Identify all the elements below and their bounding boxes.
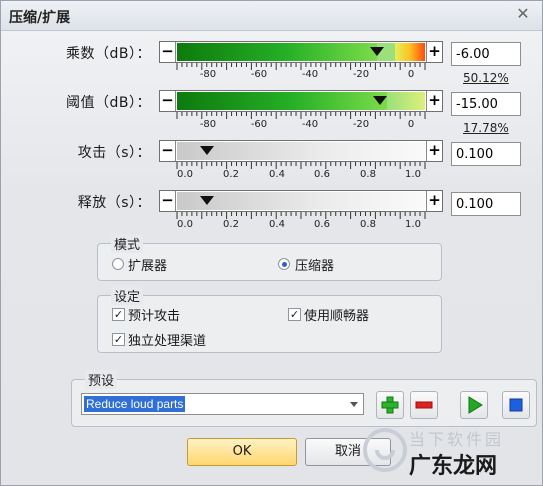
gain-tick-label: -60 <box>250 69 268 80</box>
threshold-tick-label: 0 <box>407 119 415 130</box>
minus-icon <box>415 401 433 409</box>
watermark-logo-icon <box>363 428 407 472</box>
attack-tick-label: 0.0 <box>177 169 193 180</box>
preset-selected-value: Reduce loud parts <box>84 396 186 412</box>
attack-tick-label: 0.6 <box>314 169 330 180</box>
threshold-value-input[interactable] <box>451 92 521 116</box>
attack-label: 攻击（s）： <box>77 145 151 161</box>
threshold-increase-button[interactable]: + <box>426 91 442 111</box>
play-icon <box>468 396 483 414</box>
release-tick-label: 0.0 <box>177 219 193 230</box>
stop-button[interactable] <box>502 391 530 419</box>
watermark-text: 当下软件园 <box>409 430 505 449</box>
preset-group-title: 预设 <box>85 370 118 389</box>
attack-increase-button[interactable]: + <box>426 141 442 161</box>
threshold-decrease-button[interactable]: − <box>160 91 176 111</box>
threshold-meter-fill <box>177 92 387 110</box>
gain-value-input[interactable] <box>451 42 521 66</box>
independent-channels-checkbox[interactable]: ✓ <box>112 333 125 346</box>
attack-slider-fill <box>177 142 425 160</box>
release-slider[interactable]: − + <box>159 190 443 212</box>
independent-channels-label[interactable]: 独立处理渠道 <box>128 330 206 349</box>
smoother-label[interactable]: 使用顺畅器 <box>304 305 369 324</box>
gain-tick-label: -20 <box>352 69 370 80</box>
preset-select[interactable]: Reduce loud parts <box>81 393 364 415</box>
release-tick-label: 0.8 <box>360 219 376 230</box>
compressor-label[interactable]: 压缩器 <box>295 255 334 274</box>
plus-icon <box>381 396 399 414</box>
gain-decrease-button[interactable]: − <box>160 42 176 62</box>
watermark-brand: 广东龙网 <box>409 454 498 479</box>
gain-label: 乘数（dB）： <box>66 46 151 62</box>
release-label: 释放（s）： <box>77 195 151 211</box>
compressor-dialog: 压缩/扩展 ✕ 乘数（dB）： − + -80 -60 -40 -20 0 50… <box>0 0 543 486</box>
expander-label[interactable]: 扩展器 <box>128 255 167 274</box>
gain-slider[interactable]: − + <box>159 41 443 63</box>
settings-group-title: 设定 <box>111 286 144 305</box>
gain-meter-fill-hot <box>395 43 425 61</box>
title-bar: 压缩/扩展 ✕ <box>1 1 542 31</box>
threshold-slider-thumb[interactable] <box>373 96 387 105</box>
attack-value-input[interactable] <box>451 142 521 166</box>
release-tick-label: 0.6 <box>314 219 330 230</box>
play-button[interactable] <box>460 391 488 419</box>
close-icon[interactable]: ✕ <box>514 5 532 23</box>
release-slider-thumb[interactable] <box>200 196 214 205</box>
release-decrease-button[interactable]: − <box>160 191 176 211</box>
compressor-radio[interactable] <box>278 258 290 270</box>
chevron-down-icon[interactable] <box>350 402 358 407</box>
expander-radio[interactable] <box>112 258 124 270</box>
lookahead-checkbox[interactable]: ✓ <box>112 308 125 321</box>
lookahead-label[interactable]: 预计攻击 <box>128 305 180 324</box>
threshold-percent[interactable]: 17.78% <box>463 121 509 135</box>
attack-slider-thumb[interactable] <box>200 146 214 155</box>
release-tick-label: 0.2 <box>223 219 239 230</box>
attack-tick-label: 0.2 <box>223 169 239 180</box>
mode-group-title: 模式 <box>111 234 144 253</box>
attack-decrease-button[interactable]: − <box>160 141 176 161</box>
attack-scale-ticks <box>176 162 426 169</box>
gain-tick-label: -40 <box>301 69 319 80</box>
gain-tick-label: -80 <box>199 69 217 80</box>
remove-preset-button[interactable] <box>410 391 438 419</box>
attack-tick-label: 0.8 <box>360 169 376 180</box>
gain-tick-label: 0 <box>407 69 415 80</box>
threshold-tick-label: -80 <box>199 119 217 130</box>
release-slider-fill <box>177 192 425 210</box>
release-increase-button[interactable]: + <box>426 191 442 211</box>
gain-increase-button[interactable]: + <box>426 42 442 62</box>
smoother-checkbox[interactable]: ✓ <box>288 308 301 321</box>
release-value-input[interactable] <box>451 192 521 216</box>
release-tick-label: 0.4 <box>269 219 285 230</box>
threshold-tick-label: -20 <box>352 119 370 130</box>
threshold-slider[interactable]: − + <box>159 90 443 112</box>
threshold-label: 阈值（dB）： <box>66 95 151 111</box>
release-tick-label: 1.0 <box>405 219 421 230</box>
watermark: 当下软件园 广东龙网 <box>363 426 543 484</box>
stop-icon <box>509 398 523 412</box>
gain-slider-thumb[interactable] <box>370 47 384 56</box>
add-preset-button[interactable] <box>376 391 404 419</box>
window-title: 压缩/扩展 <box>9 10 71 26</box>
release-scale-ticks <box>176 212 426 219</box>
attack-slider[interactable]: − + <box>159 140 443 162</box>
threshold-meter-fill-light <box>387 92 425 110</box>
threshold-tick-label: -40 <box>301 119 319 130</box>
gain-meter-fill <box>177 43 377 61</box>
attack-tick-label: 0.4 <box>269 169 285 180</box>
gain-percent[interactable]: 50.12% <box>463 71 509 85</box>
threshold-tick-label: -60 <box>250 119 268 130</box>
attack-tick-label: 1.0 <box>405 169 421 180</box>
ok-button[interactable]: OK <box>187 438 297 466</box>
